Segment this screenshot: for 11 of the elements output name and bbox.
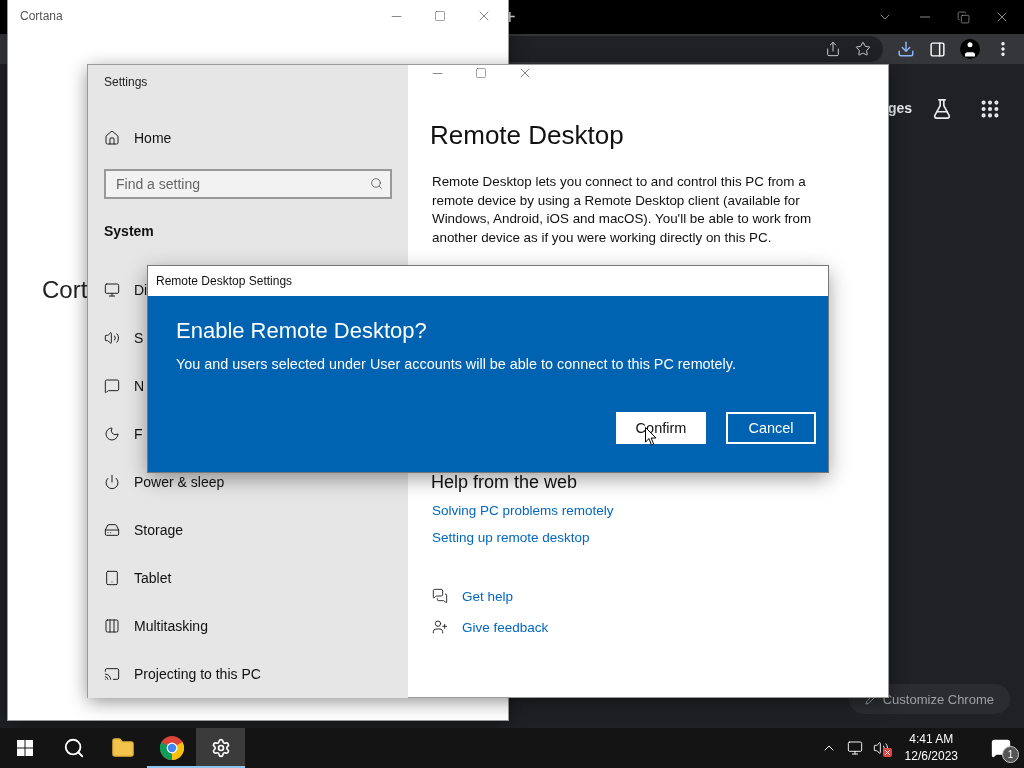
dialog-heading: Enable Remote Desktop?: [176, 318, 428, 344]
description-text: Remote Desktop lets you connect to and control this PC from a remote device by using a Remote Desktop client (available for Windows, Android, iOS and macOS). You'll be able to work from another device as if you were working directly on this PC.: [432, 173, 813, 248]
window-title: Cortana: [20, 9, 63, 23]
dialog-message: You and users selected under User accounts will be able to connect to this PC remotely.: [176, 356, 737, 372]
dialog-title: Remote Desktop Settings: [156, 274, 293, 288]
cortana-heading: Cort: [42, 276, 88, 304]
notification-count: 1: [1002, 746, 1019, 763]
page-title: Remote Desktop: [430, 120, 625, 151]
window-title: Settings: [104, 73, 149, 91]
section-heading: System: [104, 222, 155, 241]
help-heading: Help from the web: [431, 471, 579, 493]
